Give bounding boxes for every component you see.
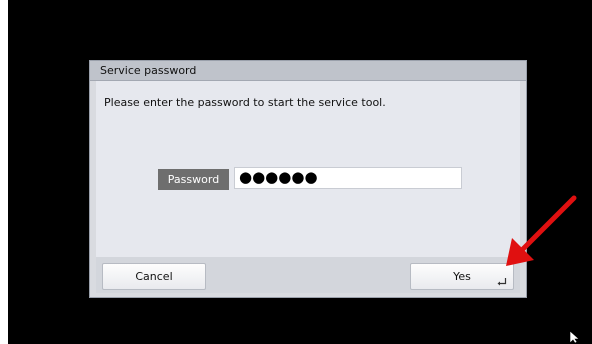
cancel-button[interactable]: Cancel <box>102 263 206 290</box>
dialog-title: Service password <box>90 61 526 81</box>
button-bar: Cancel Yes <box>96 257 520 293</box>
mouse-cursor-icon <box>569 330 580 344</box>
screen: Service password Please enter the passwo… <box>8 0 592 344</box>
dialog-body: Please enter the password to start the s… <box>96 81 520 257</box>
service-password-dialog: Service password Please enter the passwo… <box>89 60 527 298</box>
red-arrow-icon <box>506 195 577 266</box>
yes-button-label: Yes <box>453 270 471 283</box>
password-label: Password <box>158 169 229 190</box>
dialog-message: Please enter the password to start the s… <box>104 96 386 109</box>
password-field[interactable]: ●●●●●● <box>234 167 462 189</box>
